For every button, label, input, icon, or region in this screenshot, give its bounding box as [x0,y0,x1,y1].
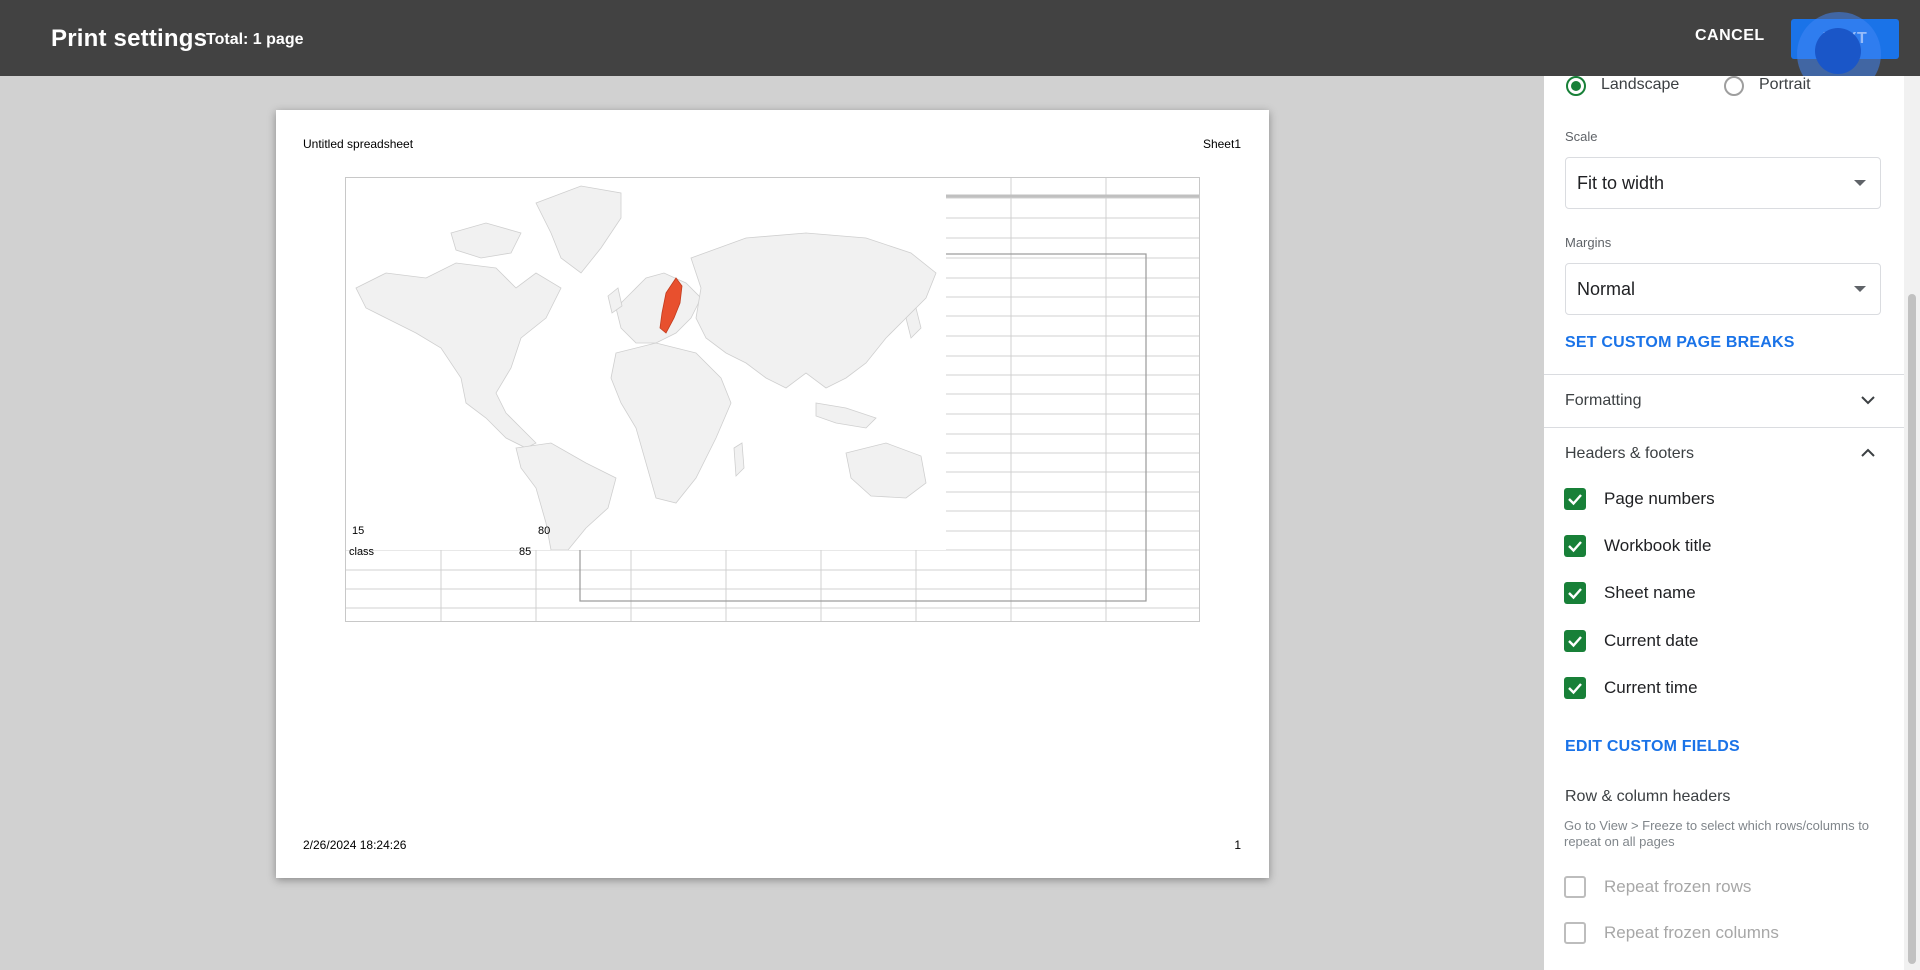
page-title: Print settings [51,25,208,52]
page-count: Total: 1 page [206,31,304,48]
cancel-button[interactable]: CANCEL [1695,27,1765,45]
divider [1544,374,1904,375]
footer-page-number: 1 [1234,838,1241,852]
header-workbook-title: Untitled spreadsheet [303,137,414,151]
repeat-frozen-columns-label: Repeat frozen columns [1604,923,1779,942]
chevron-down-icon [1854,286,1866,292]
checkmark-icon [1568,541,1582,553]
current-date-option[interactable]: Current date [1564,625,1884,657]
margins-value: Normal [1577,279,1636,299]
repeat-frozen-rows-label: Repeat frozen rows [1604,877,1752,896]
set-custom-page-breaks-link[interactable]: SET CUSTOM PAGE BREAKS [1565,334,1795,352]
scrollbar-thumb[interactable] [1908,294,1916,964]
scale-value: Fit to width [1577,173,1665,193]
page-numbers-option[interactable]: Page numbers [1564,483,1884,515]
checkmark-icon [1568,588,1582,600]
panel-scrollbar[interactable] [1904,76,1920,970]
edit-custom-fields-link[interactable]: EDIT CUSTOM FIELDS [1565,738,1740,756]
click-ripple-center [1815,28,1861,74]
settings-panel: Landscape Portrait Scale Fit to width Ma… [1544,76,1904,970]
sheet-name-label: Sheet name [1604,583,1696,602]
current-date-label: Current date [1604,631,1699,650]
sheet-name-option[interactable]: Sheet name [1564,577,1884,609]
sheet-grid [346,178,1199,621]
current-time-label: Current time [1604,678,1698,697]
repeat-frozen-rows-checkbox[interactable] [1564,876,1586,898]
repeat-frozen-columns-checkbox[interactable] [1564,922,1586,944]
cell-value: 85 [519,546,532,558]
margins-select[interactable]: Normal [1565,263,1881,315]
portrait-label: Portrait [1759,76,1811,93]
page-numbers-checkbox[interactable] [1564,488,1586,510]
cell-value: 15 [352,525,365,537]
checkmark-icon [1568,494,1582,506]
margins-label: Margins [1565,235,1612,250]
cell-value: class [349,546,375,558]
print-preview: Untitled spreadsheet Sheet1 15 80 class … [0,76,1544,970]
headers-footers-section[interactable]: Headers & footers [1565,445,1694,463]
current-date-checkbox[interactable] [1564,630,1586,652]
workbook-title-label: Workbook title [1604,536,1712,555]
landscape-radio[interactable] [1566,76,1586,96]
chevron-down-icon[interactable] [1858,390,1878,410]
landscape-label: Landscape [1601,76,1680,93]
workbook-title-option[interactable]: Workbook title [1564,530,1884,562]
checkmark-icon [1568,636,1582,648]
current-time-option[interactable]: Current time [1564,672,1884,704]
scale-label: Scale [1565,129,1598,144]
preview-page: Untitled spreadsheet Sheet1 15 80 class … [276,110,1269,878]
top-bar: Print settings Total: 1 page CANCEL NEXT [0,0,1920,76]
chevron-down-icon [1854,180,1866,186]
sheet-content: 15 80 class 85 [345,177,1200,622]
sheet-name-checkbox[interactable] [1564,582,1586,604]
row-column-help-text: Go to View > Freeze to select which rows… [1564,818,1870,849]
page-numbers-label: Page numbers [1604,489,1715,508]
repeat-frozen-rows-option[interactable]: Repeat frozen rows [1564,871,1884,903]
divider [1544,427,1904,428]
checkmark-icon [1568,683,1582,695]
cell-value: 80 [538,525,551,537]
formatting-section[interactable]: Formatting [1565,392,1641,410]
row-column-headers-title: Row & column headers [1565,788,1731,805]
workbook-title-checkbox[interactable] [1564,535,1586,557]
footer-date-time: 2/26/2024 18:24:26 [303,838,407,852]
chevron-up-icon[interactable] [1858,443,1878,463]
current-time-checkbox[interactable] [1564,677,1586,699]
scale-select[interactable]: Fit to width [1565,157,1881,209]
repeat-frozen-columns-option[interactable]: Repeat frozen columns [1564,917,1884,949]
portrait-radio[interactable] [1724,76,1744,96]
header-sheet-name: Sheet1 [1202,137,1241,151]
